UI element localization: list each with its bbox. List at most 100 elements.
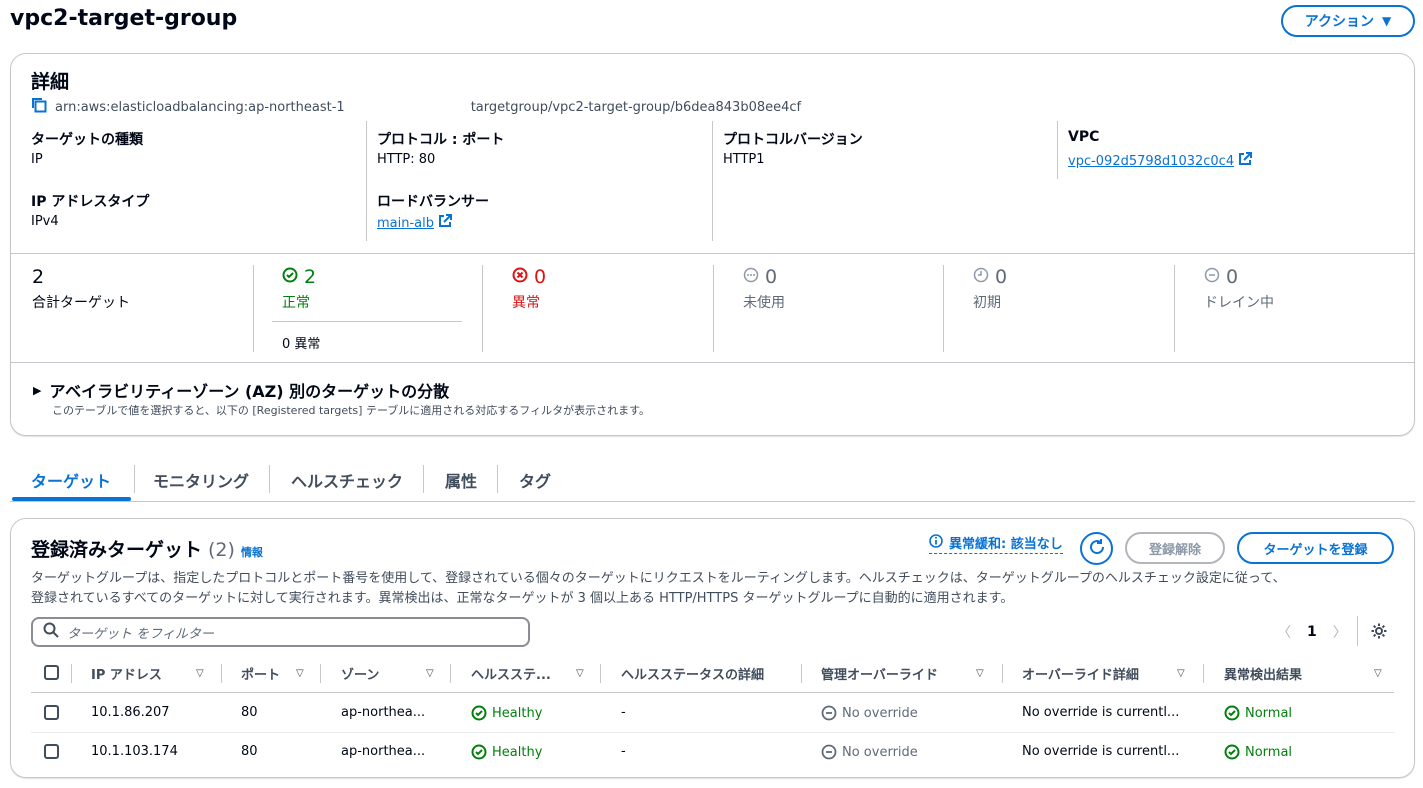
- cell-zone: ap-northea...: [341, 744, 426, 759]
- caret-right-icon: ▶: [33, 383, 42, 397]
- page-title: vpc2-target-group: [10, 6, 238, 31]
- vpc-value[interactable]: vpc-092d5798d1032c0c4: [1068, 154, 1234, 169]
- load-balancer-link[interactable]: main-alb: [377, 214, 453, 232]
- column-zone[interactable]: ゾーン ▽: [341, 664, 439, 683]
- header-divider: [31, 692, 1394, 693]
- tab-tags[interactable]: タグ: [519, 468, 551, 492]
- arn-left: arn:aws:elasticloadbalancing:ap-northeas…: [55, 99, 345, 115]
- divider: [1002, 664, 1003, 683]
- target-type-value: IP: [31, 152, 43, 167]
- prev-page-icon[interactable]: 〈: [1277, 622, 1291, 642]
- mitigation-status[interactable]: 異常緩和: 該当なし: [929, 533, 1063, 554]
- initial-count-value: 0: [995, 266, 1008, 288]
- column-health-status[interactable]: ヘルスステ... ▽: [471, 664, 589, 683]
- cell-health: Healthy: [471, 744, 542, 760]
- unhealthy-label: 異常: [512, 295, 540, 311]
- row-checkbox[interactable]: [44, 744, 59, 759]
- az-distribution-toggle[interactable]: ▶ アベイラビリティーゾーン (AZ) 別のターゲットの分散: [33, 378, 449, 402]
- row-divider: [31, 732, 1394, 733]
- divider: [272, 321, 462, 322]
- unused-count[interactable]: 0: [743, 266, 777, 288]
- tab-targets[interactable]: ターゲット: [31, 468, 111, 492]
- info-icon: [929, 533, 943, 552]
- column-port[interactable]: ポート ▽: [241, 664, 309, 683]
- column-anomaly-result[interactable]: 異常検出結果 ▽: [1224, 664, 1386, 683]
- divider: [497, 465, 498, 493]
- divider: [269, 465, 270, 493]
- total-label: 合計ターゲット: [32, 295, 130, 311]
- mitigation-label: 異常緩和: 該当なし: [949, 537, 1063, 552]
- actions-label: アクション: [1304, 14, 1375, 30]
- filter-input[interactable]: ターゲット をフィルター: [31, 617, 530, 647]
- cell-anomaly: Normal: [1224, 705, 1292, 721]
- divider: [423, 465, 424, 493]
- load-balancer-value[interactable]: main-alb: [377, 216, 434, 231]
- cell-override: No override: [821, 744, 918, 760]
- current-page[interactable]: 1: [1307, 624, 1317, 640]
- actions-button[interactable]: アクション ▼: [1281, 5, 1415, 37]
- sort-icon: ▽: [1177, 668, 1185, 679]
- tab-monitoring[interactable]: モニタリング: [153, 468, 249, 492]
- protocol-version-value: HTTP1: [723, 152, 765, 167]
- caret-down-icon: ▼: [1382, 14, 1392, 28]
- refresh-button[interactable]: [1080, 532, 1113, 565]
- divider: [71, 664, 72, 683]
- tab-attributes[interactable]: 属性: [445, 468, 477, 492]
- unhealthy-count[interactable]: 0: [512, 266, 546, 288]
- vpc-label: VPC: [1068, 129, 1100, 145]
- divider: [450, 664, 451, 683]
- minus-circle-icon: [1204, 266, 1220, 288]
- cell-override-detail: No override is currentl...: [1022, 705, 1180, 720]
- draining-count[interactable]: 0: [1204, 266, 1238, 288]
- minus-circle-icon: [821, 744, 837, 760]
- az-title: アベイラビリティーゾーン (AZ) 別のターゲットの分散: [49, 382, 450, 401]
- initial-label: 初期: [973, 295, 1001, 311]
- column-admin-override[interactable]: 管理オーバーライド ▽: [821, 664, 989, 683]
- cell-override: No override: [821, 705, 918, 721]
- targets-title: 登録済みターゲット: [31, 539, 203, 561]
- cell-anomaly: Normal: [1224, 744, 1292, 760]
- deregister-button[interactable]: 登録解除: [1125, 532, 1225, 564]
- sort-icon: ▽: [576, 668, 584, 679]
- divider: [134, 465, 135, 493]
- vpc-link[interactable]: vpc-092d5798d1032c0c4: [1068, 152, 1253, 170]
- pagination: 〈 1 〉: [1277, 622, 1347, 642]
- success-icon: [1224, 705, 1240, 721]
- tab-health-checks[interactable]: ヘルスチェック: [291, 468, 403, 492]
- filter-placeholder: ターゲット をフィルター: [67, 626, 214, 642]
- column-ip-address[interactable]: IP アドレス ▽: [91, 664, 209, 683]
- refresh-icon: [1088, 538, 1106, 560]
- minus-circle-icon: [821, 705, 837, 721]
- divider: [1203, 664, 1204, 683]
- protocol-port-value: HTTP: 80: [377, 152, 436, 167]
- settings-gear-icon[interactable]: [1370, 622, 1388, 644]
- healthy-count[interactable]: 2: [282, 266, 316, 288]
- register-targets-button[interactable]: ターゲットを登録: [1237, 532, 1394, 564]
- unhealthy-count-value: 0: [534, 266, 547, 288]
- copy-icon[interactable]: [31, 97, 47, 117]
- select-all-checkbox[interactable]: [44, 665, 59, 680]
- column-override-details[interactable]: オーバーライド詳細 ▽: [1022, 664, 1190, 683]
- cell-health-detail: -: [621, 705, 626, 720]
- total-count: 2: [32, 266, 45, 288]
- unused-icon: [743, 266, 759, 288]
- draining-label: ドレイン中: [1204, 295, 1274, 311]
- divider: [11, 362, 1414, 363]
- targets-count: (2): [208, 539, 235, 561]
- sort-icon: ▽: [1374, 668, 1382, 679]
- error-icon: [512, 266, 528, 288]
- targets-heading: 登録済みターゲット (2) 情報: [31, 535, 263, 562]
- arn-row: arn:aws:elasticloadbalancing:ap-northeas…: [31, 97, 801, 117]
- next-page-icon[interactable]: 〉: [1333, 622, 1347, 642]
- healthy-count-value: 2: [304, 266, 317, 288]
- divider: [320, 664, 321, 683]
- initial-count[interactable]: 0: [973, 266, 1007, 288]
- search-icon: [43, 622, 59, 642]
- row-checkbox[interactable]: [44, 705, 59, 720]
- targets-description: ターゲットグループは、指定したプロトコルとポート番号を使用して、登録されている個…: [31, 569, 1401, 609]
- tab-baseline: [10, 501, 1415, 502]
- info-link[interactable]: 情報: [241, 544, 263, 560]
- column-health-status-details[interactable]: ヘルスステータスの詳細: [621, 664, 764, 683]
- divider: [943, 265, 944, 352]
- cell-health: Healthy: [471, 705, 542, 721]
